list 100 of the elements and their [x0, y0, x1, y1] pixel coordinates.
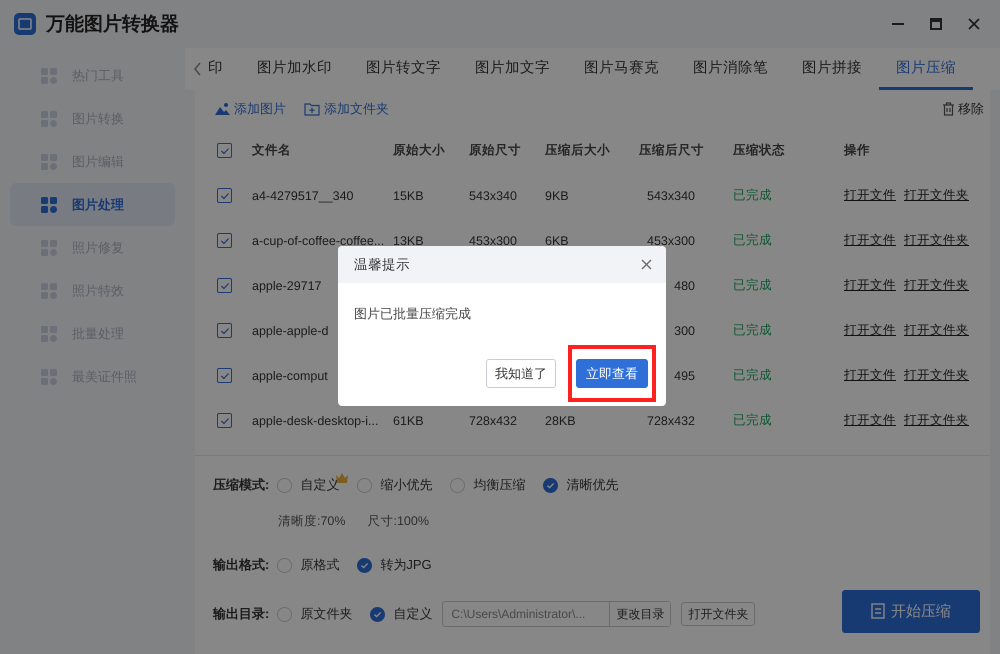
remove-button[interactable]: 移除 — [958, 100, 984, 118]
open-link[interactable]: 打开文件夹 — [904, 322, 969, 339]
table-cell: a-cup-of-coffee-coffee... — [252, 234, 384, 248]
status-text: 已完成 — [733, 278, 772, 292]
table-cell: 480 — [674, 278, 695, 292]
close-icon[interactable] — [968, 18, 980, 30]
check-icon — [220, 146, 230, 156]
close-icon[interactable] — [641, 259, 652, 270]
open-link[interactable]: 打开文件 — [844, 322, 896, 339]
open-link[interactable]: 打开文件 — [844, 277, 896, 294]
option-label: 原格式 — [300, 556, 340, 574]
tab[interactable]: 图片马赛克 — [567, 48, 676, 90]
chevron-left-icon[interactable] — [193, 62, 202, 76]
field-label: 输出目录: — [213, 605, 270, 623]
option-label: 缩小优先 — [380, 476, 432, 494]
table-cell: apple-29717 — [252, 278, 322, 292]
dialog-title: 温馨提示 — [354, 256, 410, 274]
row-checkbox[interactable] — [217, 188, 232, 203]
open-link[interactable]: 打开文件 — [844, 232, 896, 249]
check-icon — [220, 236, 230, 246]
check-icon — [220, 326, 230, 336]
open-link[interactable]: 打开文件夹 — [904, 367, 969, 384]
row-checkbox[interactable] — [217, 323, 232, 338]
option-label: 清晰优先 — [566, 476, 618, 494]
tab[interactable]: 图片消除笔 — [676, 48, 785, 90]
field-label: 输出格式: — [213, 556, 270, 574]
tab[interactable]: 图片加水印 — [240, 48, 349, 90]
column-header: 压缩状态 — [733, 142, 786, 159]
open-link[interactable]: 打开文件夹 — [904, 412, 969, 429]
column-header: 操作 — [844, 142, 870, 159]
app-logo — [14, 13, 36, 35]
table-cell: a4-4279517__340 — [252, 188, 354, 202]
row-checkbox[interactable] — [217, 413, 232, 428]
start-compress-button[interactable]: 开始压缩 — [842, 590, 980, 632]
sidebar-item[interactable]: 图片处理 — [10, 183, 175, 226]
image-icon — [215, 102, 230, 116]
radio-button[interactable] — [357, 558, 372, 572]
add-folder-button[interactable]: 添加文件夹 — [324, 100, 389, 118]
select-all-checkbox[interactable] — [217, 143, 232, 158]
dialog-button[interactable]: 我知道了 — [486, 359, 556, 388]
column-header: 原始大小 — [393, 142, 446, 159]
dialog-button[interactable]: 立即查看 — [576, 359, 648, 388]
change-directory-button[interactable]: 更改目录 — [609, 602, 670, 626]
open-link[interactable]: 打开文件夹 — [904, 187, 969, 204]
column-header: 压缩后大小 — [545, 142, 611, 159]
open-link[interactable]: 打开文件夹 — [904, 232, 969, 249]
table-cell: apple-desk-desktop-i... — [252, 414, 378, 428]
window-title: 万能图片转换器 — [46, 13, 179, 37]
tab[interactable]: 图片转文字 — [349, 48, 458, 90]
option-label: 转为JPG — [380, 556, 432, 574]
open-link[interactable]: 打开文件 — [844, 412, 896, 429]
table-cell: 300 — [674, 324, 695, 338]
column-header: 文件名 — [252, 142, 292, 159]
check-icon — [220, 370, 230, 380]
table-cell: 13KB — [393, 234, 424, 248]
table-cell: 453x300 — [647, 234, 695, 248]
table-cell: 728x432 — [647, 414, 695, 428]
table-cell: apple-comput — [252, 368, 328, 382]
table-cell: 543x340 — [469, 188, 517, 202]
trash-icon — [942, 102, 955, 116]
open-folder-button[interactable]: 打开文件夹 — [681, 602, 756, 626]
option-label: 均衡压缩 — [473, 476, 526, 494]
setting-text: 尺寸:100% — [368, 512, 429, 530]
table-cell: 28KB — [545, 414, 576, 428]
tab[interactable]: 图片拼接 — [785, 48, 879, 90]
table-cell: 6KB — [545, 234, 569, 248]
open-link[interactable]: 打开文件 — [844, 367, 896, 384]
table-cell: 543x340 — [647, 188, 695, 202]
status-text: 已完成 — [733, 233, 772, 247]
row-checkbox[interactable] — [217, 368, 232, 383]
tab[interactable]: 图片加文字 — [458, 48, 567, 90]
tab[interactable]: 印 — [208, 48, 240, 90]
table-cell: 15KB — [393, 188, 424, 202]
check-icon — [220, 416, 230, 426]
add-image-button[interactable]: 添加图片 — [234, 100, 286, 118]
row-checkbox[interactable] — [217, 233, 232, 248]
check-icon — [220, 190, 230, 200]
table-cell: 9KB — [545, 188, 569, 202]
table-cell: 495 — [674, 368, 695, 382]
maximize-icon[interactable] — [930, 18, 942, 30]
table-cell: 61KB — [393, 414, 424, 428]
radio-button[interactable] — [543, 478, 558, 492]
table-cell: 453x300 — [469, 234, 517, 248]
path-field[interactable]: C:\Users\Administrator\... 更改目录 — [442, 601, 672, 627]
status-text: 已完成 — [733, 413, 772, 427]
open-link[interactable]: 打开文件夹 — [904, 277, 969, 294]
check-icon — [220, 280, 230, 290]
column-header: 压缩后尺寸 — [639, 142, 705, 159]
column-header: 原始尺寸 — [469, 142, 522, 159]
status-text: 已完成 — [733, 323, 772, 337]
status-text: 已完成 — [733, 368, 772, 382]
option-label: 自定义 — [300, 476, 340, 494]
dialog-message: 图片已批量压缩完成 — [354, 306, 471, 321]
tool-icon — [40, 196, 58, 214]
open-link[interactable]: 打开文件 — [844, 187, 896, 204]
setting-text: 清晰度:70% — [278, 512, 346, 530]
radio-button[interactable] — [370, 606, 386, 622]
row-checkbox[interactable] — [217, 278, 232, 293]
option-label: 自定义 — [393, 605, 432, 623]
option-label: 原文件夹 — [300, 605, 352, 623]
